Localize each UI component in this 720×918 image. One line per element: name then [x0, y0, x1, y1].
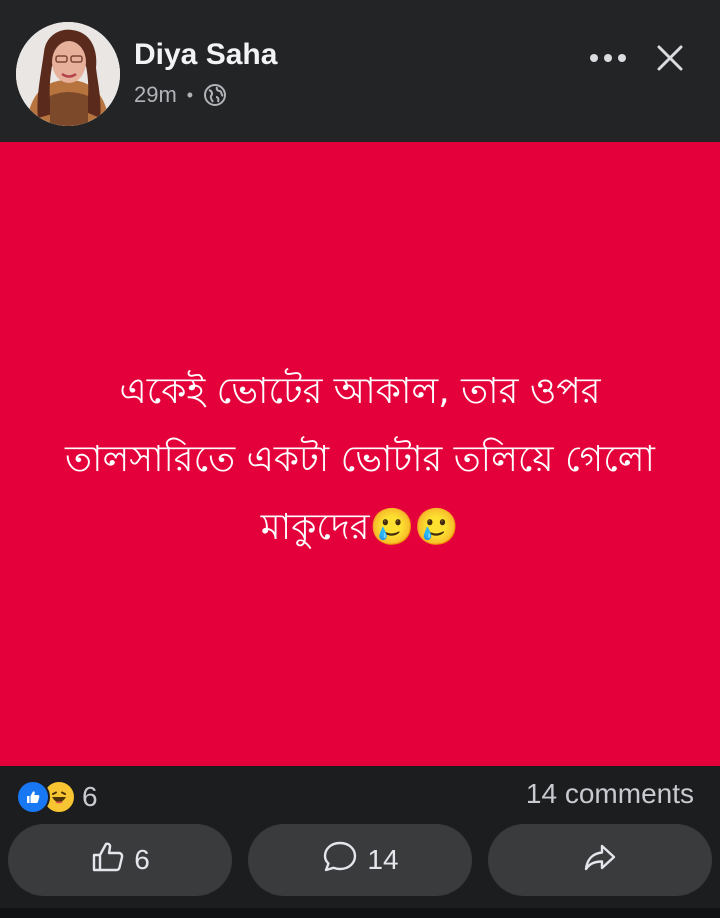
post-meta: 29m • [134, 82, 227, 108]
timestamp[interactable]: 29m [134, 82, 177, 108]
thumbs-up-icon [90, 839, 126, 882]
share-button[interactable] [488, 824, 712, 896]
meta-separator: • [186, 84, 194, 105]
action-bar: 6 14 [0, 824, 720, 898]
like-button[interactable]: 6 [8, 824, 232, 896]
bottom-edge [0, 908, 720, 918]
close-icon[interactable] [650, 38, 690, 78]
more-icon[interactable] [580, 36, 636, 80]
post-stats: 6 14 comments [0, 766, 720, 822]
globe-icon [203, 83, 227, 107]
avatar[interactable] [16, 22, 120, 126]
like-count: 6 [134, 844, 150, 875]
post-header: Diya Saha 29m • [0, 0, 720, 142]
post-text: একেই ভোটের আকাল, তার ওপর তালসারিতে একটা … [65, 371, 655, 548]
share-icon [581, 839, 619, 882]
post-content: একেই ভোটের আকাল, তার ওপর তালসারিতে একটা … [0, 142, 720, 766]
comment-count: 14 [367, 844, 399, 875]
like-icon [16, 780, 50, 814]
comment-bubble-icon [321, 839, 359, 882]
comment-button[interactable]: 14 [248, 824, 472, 896]
comments-count-link[interactable]: 14 comments [526, 778, 694, 810]
author-name[interactable]: Diya Saha [134, 38, 277, 72]
reaction-count: 6 [82, 781, 98, 812]
reactions-summary[interactable]: 6 [16, 780, 98, 814]
